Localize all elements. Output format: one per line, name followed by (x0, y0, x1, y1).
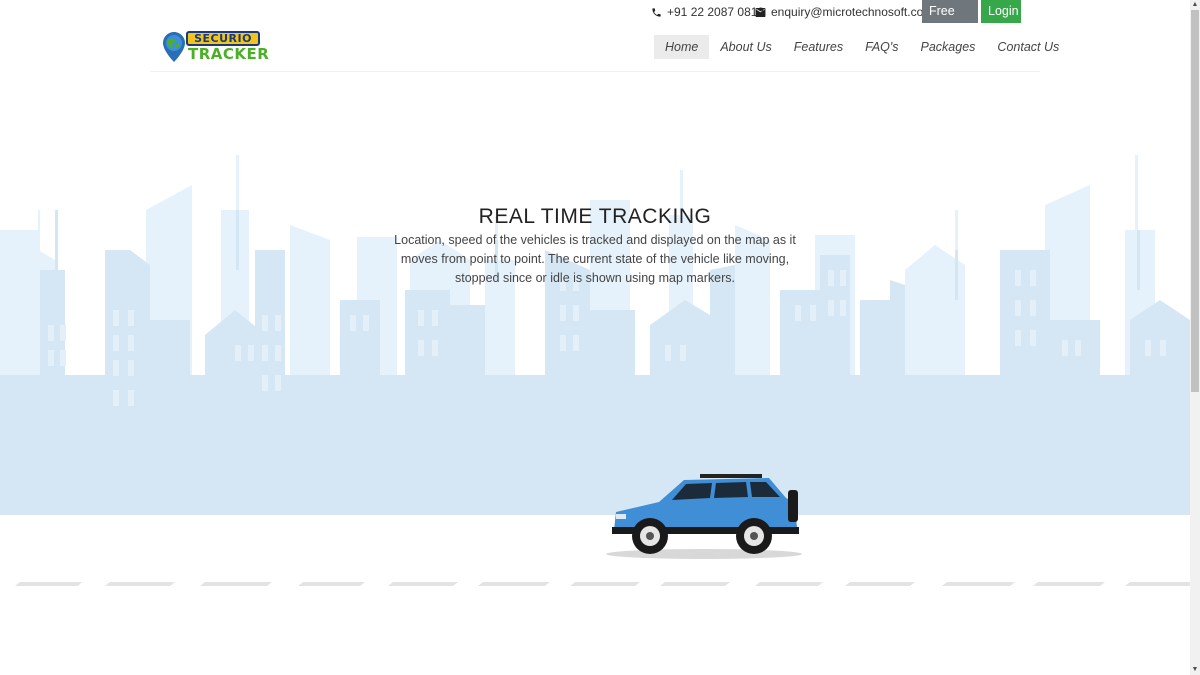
phone-contact[interactable]: +91 22 2087 0812 (651, 5, 764, 19)
header-divider (150, 71, 1040, 72)
nav-features[interactable]: Features (783, 35, 854, 59)
nav-home[interactable]: Home (654, 35, 710, 59)
suv-car-illustration (606, 474, 802, 559)
nav-faqs[interactable]: FAQ's (854, 35, 909, 59)
hero-title: REAL TIME TRACKING (478, 205, 712, 228)
scroll-down-arrow-icon[interactable]: ▼ (1190, 665, 1200, 675)
scroll-up-arrow-icon[interactable]: ▲ (1190, 0, 1200, 10)
scrollbar-thumb[interactable] (1191, 10, 1199, 392)
phone-icon (652, 7, 661, 17)
securio-tracker-logo[interactable]: SECURIO TRACKER (161, 31, 269, 63)
nav-packages[interactable]: Packages (910, 35, 987, 59)
login-button[interactable]: Login (981, 0, 1021, 23)
email-icon (755, 7, 766, 17)
phone-number: +91 22 2087 0812 (667, 5, 765, 19)
nav-about-us[interactable]: About Us (709, 35, 782, 59)
top-contact-bar: +91 22 2087 0812 enquiry@microtechnosoft… (0, 0, 1190, 41)
main-navigation: Home About Us Features FAQ's Packages Co… (654, 35, 1070, 59)
hero-description: Location, speed of the vehicles is track… (394, 233, 796, 285)
email-contact[interactable]: enquiry@microtechnosoft.com (755, 5, 933, 19)
email-address: enquiry@microtechnosoft.com (771, 5, 934, 19)
free-trial-button[interactable]: Free Trial (922, 0, 978, 41)
logo-word-securio: SECURIO (186, 31, 260, 46)
map-pin-globe-icon (163, 32, 185, 62)
nav-contact-us[interactable]: Contact Us (986, 35, 1070, 59)
road-markings (15, 582, 1190, 586)
page-scrollbar[interactable]: ▲ ▼ (1190, 0, 1200, 675)
logo-word-tracker: TRACKER (188, 45, 270, 63)
